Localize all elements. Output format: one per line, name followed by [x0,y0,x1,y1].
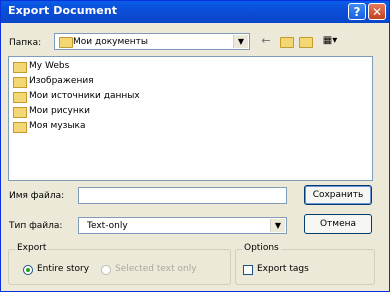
filename-input[interactable] [78,187,287,204]
folder-icon [13,77,27,88]
filetype-value: Text-only [87,221,128,231]
options-group: Options Export tags [235,243,375,285]
filename-label: Имя файла: [9,191,65,201]
new-folder-icon[interactable] [299,35,313,48]
export-tags-checkbox[interactable] [243,265,253,275]
file-list[interactable]: My Webs Изображения Мои источники данных… [8,56,373,181]
up-folder-icon[interactable] [280,35,294,48]
folder-icon [13,92,27,103]
options-legend: Options [242,243,281,253]
export-tags-label: Export tags [257,264,309,274]
close-button[interactable]: ✕ [368,3,386,20]
folder-icon [13,107,27,118]
filetype-dropdown[interactable]: Text-only ▼ [78,217,287,234]
export-legend: Export [15,243,49,253]
chevron-down-icon[interactable]: ▼ [233,35,248,48]
lookin-dropdown[interactable]: Мои документы ▼ [54,33,250,50]
entire-story-radio[interactable] [23,265,33,275]
chevron-down-icon[interactable]: ▼ [270,219,285,232]
folder-icon [13,62,27,73]
cancel-button[interactable]: Отмена [304,214,372,234]
folder-icon [59,37,73,48]
save-button[interactable]: Сохранить [304,185,372,205]
filetype-label: Тип файла: [9,221,63,231]
selected-text-radio[interactable] [101,265,111,275]
selected-text-label: Selected text only [115,264,197,274]
folder-icon [13,122,27,133]
lookin-value: Мои документы [73,37,149,47]
back-arrow-icon[interactable]: ← [259,35,273,47]
export-dialog: Export Document ? ✕ Папка: Мои документы… [0,0,390,292]
title-bar[interactable]: Export Document ? ✕ [1,1,389,23]
entire-story-label: Entire story [37,264,90,274]
dialog-title: Export Document [8,4,118,17]
lookin-label: Папка: [9,38,42,48]
help-button[interactable]: ? [348,3,366,20]
export-group: Export Entire story Selected text only [8,243,231,285]
view-menu-icon[interactable]: ▦▾ [320,35,340,47]
